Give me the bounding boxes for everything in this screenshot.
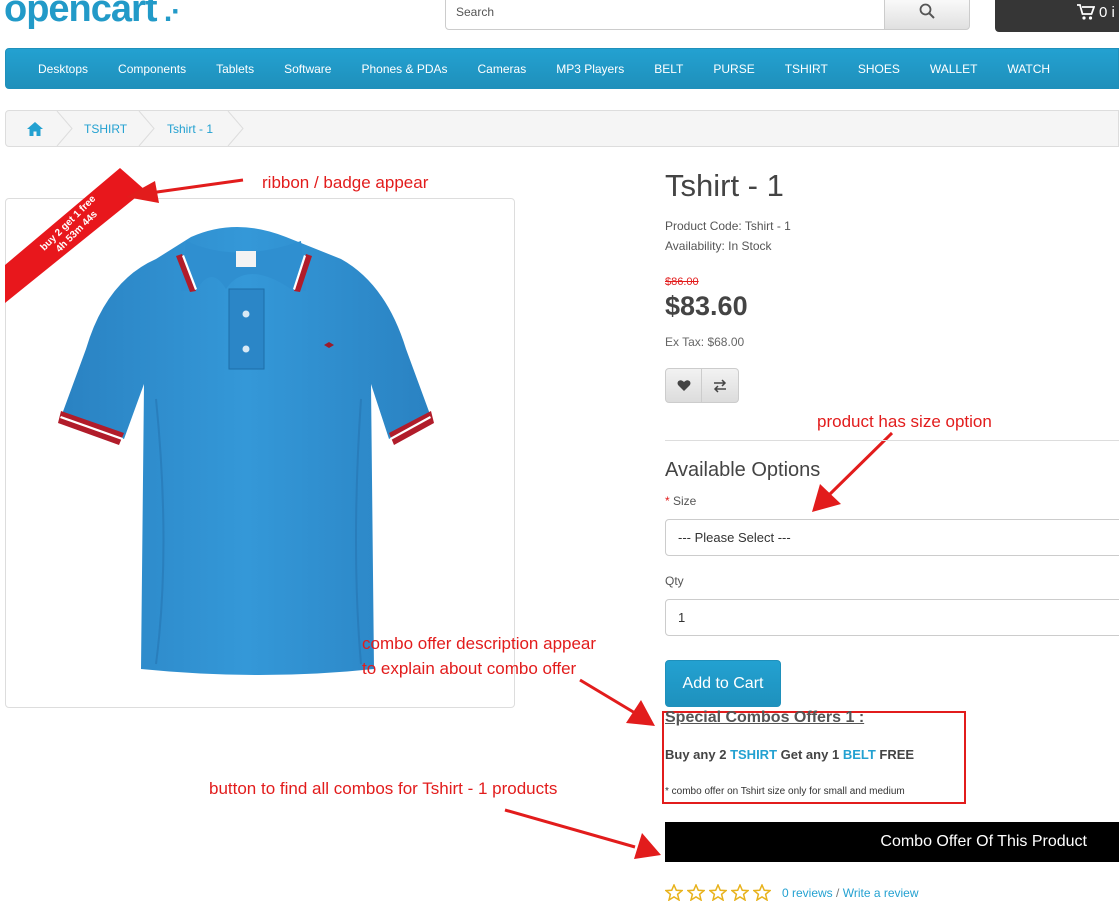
shopping-cart-icon bbox=[1077, 4, 1095, 20]
home-icon bbox=[27, 121, 43, 136]
annotation-size-option: product has size option bbox=[817, 412, 992, 431]
available-options-heading: Available Options bbox=[665, 459, 821, 481]
opencart-logo[interactable]: opencart .· bbox=[4, 0, 181, 31]
rating-stars bbox=[665, 884, 771, 901]
wishlist-button[interactable] bbox=[665, 368, 702, 403]
menu-item-tshirt[interactable]: TSHIRT bbox=[770, 62, 843, 76]
category-menu: Desktops Components Tablets Software Pho… bbox=[5, 48, 1119, 89]
breadcrumb: TSHIRT Tshirt - 1 bbox=[5, 110, 1119, 147]
search-button[interactable] bbox=[884, 0, 970, 30]
qty-value: 1 bbox=[678, 610, 686, 625]
menu-item-wallet[interactable]: WALLET bbox=[915, 62, 993, 76]
combo-free: FREE bbox=[879, 747, 915, 762]
logo-cart-dots-icon: .· bbox=[156, 0, 181, 28]
product-availability: Availability: In Stock bbox=[665, 239, 772, 253]
product-title: Tshirt - 1 bbox=[665, 168, 784, 203]
combo-get-any: Get any bbox=[780, 747, 829, 762]
cart-total: 0 i bbox=[1099, 3, 1115, 21]
combo-offer-description: Buy any 2 TSHIRT Get any 1 BELT FREE bbox=[665, 747, 914, 762]
annotation-combo-desc-1: combo offer description appear bbox=[362, 634, 597, 653]
breadcrumb-item-tshirt[interactable]: TSHIRT bbox=[84, 111, 127, 146]
combo-buy-any: Buy any bbox=[665, 747, 716, 762]
compare-button[interactable] bbox=[702, 368, 739, 403]
search-input[interactable]: Search bbox=[445, 0, 885, 30]
menu-item-watch[interactable]: WATCH bbox=[992, 62, 1065, 76]
menu-item-desktops[interactable]: Desktops bbox=[23, 62, 103, 76]
old-price: $86.00 bbox=[665, 276, 699, 288]
breadcrumb-home[interactable] bbox=[26, 111, 44, 146]
combo-get-qty: 1 bbox=[831, 747, 840, 762]
logo-text: opencart bbox=[4, 0, 157, 30]
search-icon bbox=[919, 3, 935, 19]
menu-item-shoes[interactable]: SHOES bbox=[843, 62, 915, 76]
star-icon bbox=[753, 884, 771, 901]
menu-item-belt[interactable]: BELT bbox=[639, 62, 698, 76]
size-label: * Size bbox=[665, 494, 696, 508]
combo-offer-button[interactable]: Combo Offer Of This Product bbox=[665, 822, 1119, 862]
search-placeholder: Search bbox=[456, 5, 495, 19]
star-icon bbox=[709, 884, 727, 901]
product-action-buttons bbox=[665, 368, 739, 403]
product-code: Product Code: Tshirt - 1 bbox=[665, 219, 791, 233]
combo-buy-item-link[interactable]: TSHIRT bbox=[730, 747, 777, 762]
reviews-count-link[interactable]: 0 reviews bbox=[782, 886, 833, 900]
breadcrumb-separator-icon bbox=[138, 111, 155, 146]
combo-offer-heading: Special Combos Offers 1 : bbox=[665, 709, 865, 726]
menu-item-tablets[interactable]: Tablets bbox=[201, 62, 269, 76]
star-icon bbox=[687, 884, 705, 901]
combo-get-item-link[interactable]: BELT bbox=[843, 747, 876, 762]
qty-input[interactable]: 1 bbox=[665, 599, 1119, 636]
menu-item-mp3-players[interactable]: MP3 Players bbox=[541, 62, 639, 76]
add-to-cart-button[interactable]: Add to Cart bbox=[665, 660, 781, 707]
size-label-text: Size bbox=[673, 494, 697, 508]
divider bbox=[665, 440, 1119, 441]
menu-item-cameras[interactable]: Cameras bbox=[463, 62, 542, 76]
size-select-value: --- Please Select --- bbox=[678, 530, 791, 545]
menu-item-purse[interactable]: PURSE bbox=[698, 62, 769, 76]
size-select[interactable]: --- Please Select --- bbox=[665, 519, 1119, 556]
star-icon bbox=[731, 884, 749, 901]
annotation-combo-desc-2: to explain about combo offer bbox=[362, 659, 577, 678]
required-mark: * bbox=[665, 494, 670, 508]
review-links: 0 reviews / Write a review bbox=[782, 886, 919, 900]
star-icon bbox=[665, 884, 683, 901]
write-review-link[interactable]: Write a review bbox=[843, 886, 919, 900]
breadcrumb-separator-icon bbox=[56, 111, 73, 146]
annotation-combo-button: button to find all combos for Tshirt - 1… bbox=[209, 779, 558, 798]
heart-icon bbox=[677, 380, 690, 391]
qty-label: Qty bbox=[665, 574, 684, 588]
cart-button[interactable]: 0 i bbox=[995, 0, 1119, 32]
compare-arrows-icon bbox=[713, 378, 727, 393]
price: $83.60 bbox=[665, 291, 748, 321]
annotation-ribbon: ribbon / badge appear bbox=[262, 173, 429, 192]
combo-offer-note: * combo offer on Tshirt size only for sm… bbox=[665, 786, 905, 797]
menu-item-phones[interactable]: Phones & PDAs bbox=[346, 62, 462, 76]
breadcrumb-separator-icon bbox=[227, 111, 244, 146]
ex-tax-price: Ex Tax: $68.00 bbox=[665, 335, 745, 349]
menu-item-components[interactable]: Components bbox=[103, 62, 201, 76]
review-separator: / bbox=[836, 886, 840, 900]
menu-item-software[interactable]: Software bbox=[269, 62, 346, 76]
ribbon-badge: buy 2 get 1 free 4h 53m 44s bbox=[5, 168, 145, 303]
breadcrumb-item-current[interactable]: Tshirt - 1 bbox=[167, 111, 213, 146]
combo-buy-qty: 2 bbox=[719, 747, 727, 762]
